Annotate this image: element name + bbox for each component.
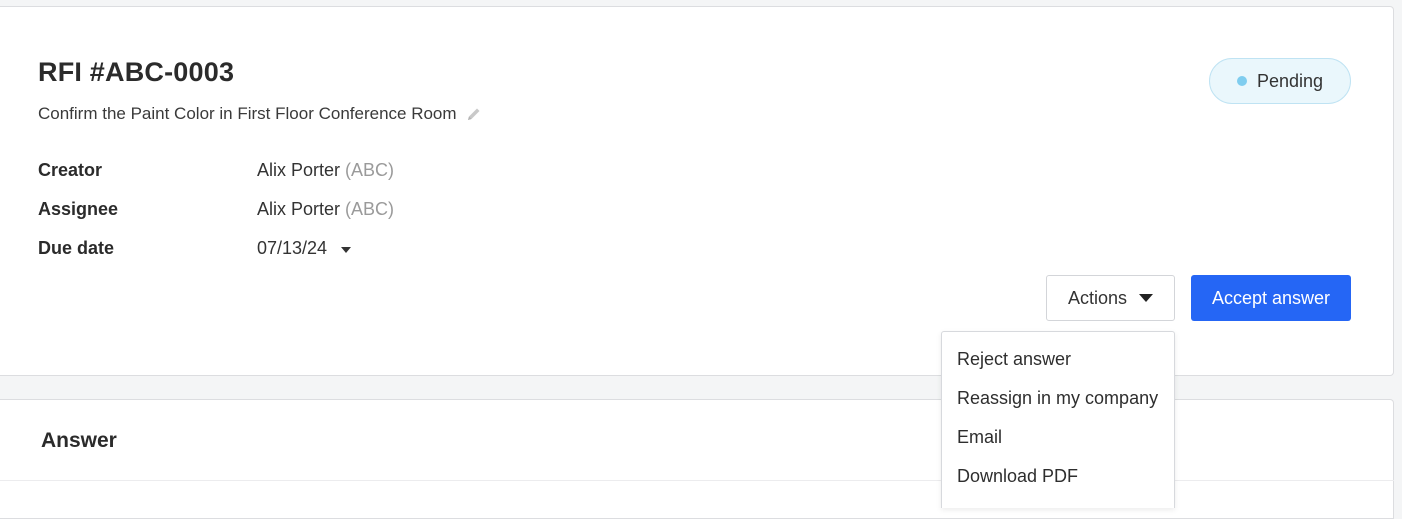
due-date-value: 07/13/24 [257, 238, 328, 258]
menu-item-download-pdf[interactable]: Download PDF [942, 457, 1174, 496]
assignee-name: Alix Porter [257, 199, 341, 219]
assignee-label: Assignee [38, 199, 119, 219]
status-label: Pending [1256, 70, 1324, 91]
creator-name: Alix Porter [257, 160, 341, 180]
rfi-detail-card: RFI #ABC-0003 Confirm the Paint Color in… [0, 6, 1394, 376]
menu-item-reject-answer[interactable]: Reject answer [942, 340, 1174, 379]
caret-down-icon [341, 246, 352, 253]
creator-value: Alix Porter (ABC) [257, 160, 394, 181]
creator-label: Creator [38, 160, 103, 180]
menu-item-email[interactable]: Email [942, 418, 1174, 457]
status-dot-icon [1236, 76, 1247, 86]
rfi-subtitle-text: Confirm the Paint Color in First Floor C… [38, 104, 457, 123]
assignee-value: Alix Porter (ABC) [257, 199, 394, 220]
menu-item-reassign[interactable]: Reassign in my company [942, 379, 1174, 418]
pencil-icon[interactable] [466, 106, 482, 122]
actions-dropdown-menu: Reject answer Reassign in my company Ema… [941, 331, 1175, 508]
answer-section: Answer [0, 399, 1394, 519]
divider [0, 480, 1394, 481]
accept-answer-button[interactable]: Accept answer [1191, 275, 1351, 321]
due-date-label: Due date [38, 238, 115, 258]
status-badge: Pending [1209, 58, 1351, 104]
answer-heading: Answer [41, 429, 117, 452]
page-title: RFI #ABC-0003 [38, 57, 235, 87]
actions-button-label: Actions [1067, 287, 1128, 308]
assignee-company: (ABC) [345, 199, 395, 219]
creator-company: (ABC) [345, 160, 395, 180]
rfi-subtitle: Confirm the Paint Color in First Floor C… [38, 104, 482, 124]
actions-button[interactable]: Actions [1046, 275, 1175, 321]
due-date-picker[interactable]: 07/13/24 [257, 238, 352, 259]
caret-down-icon [1139, 294, 1154, 302]
